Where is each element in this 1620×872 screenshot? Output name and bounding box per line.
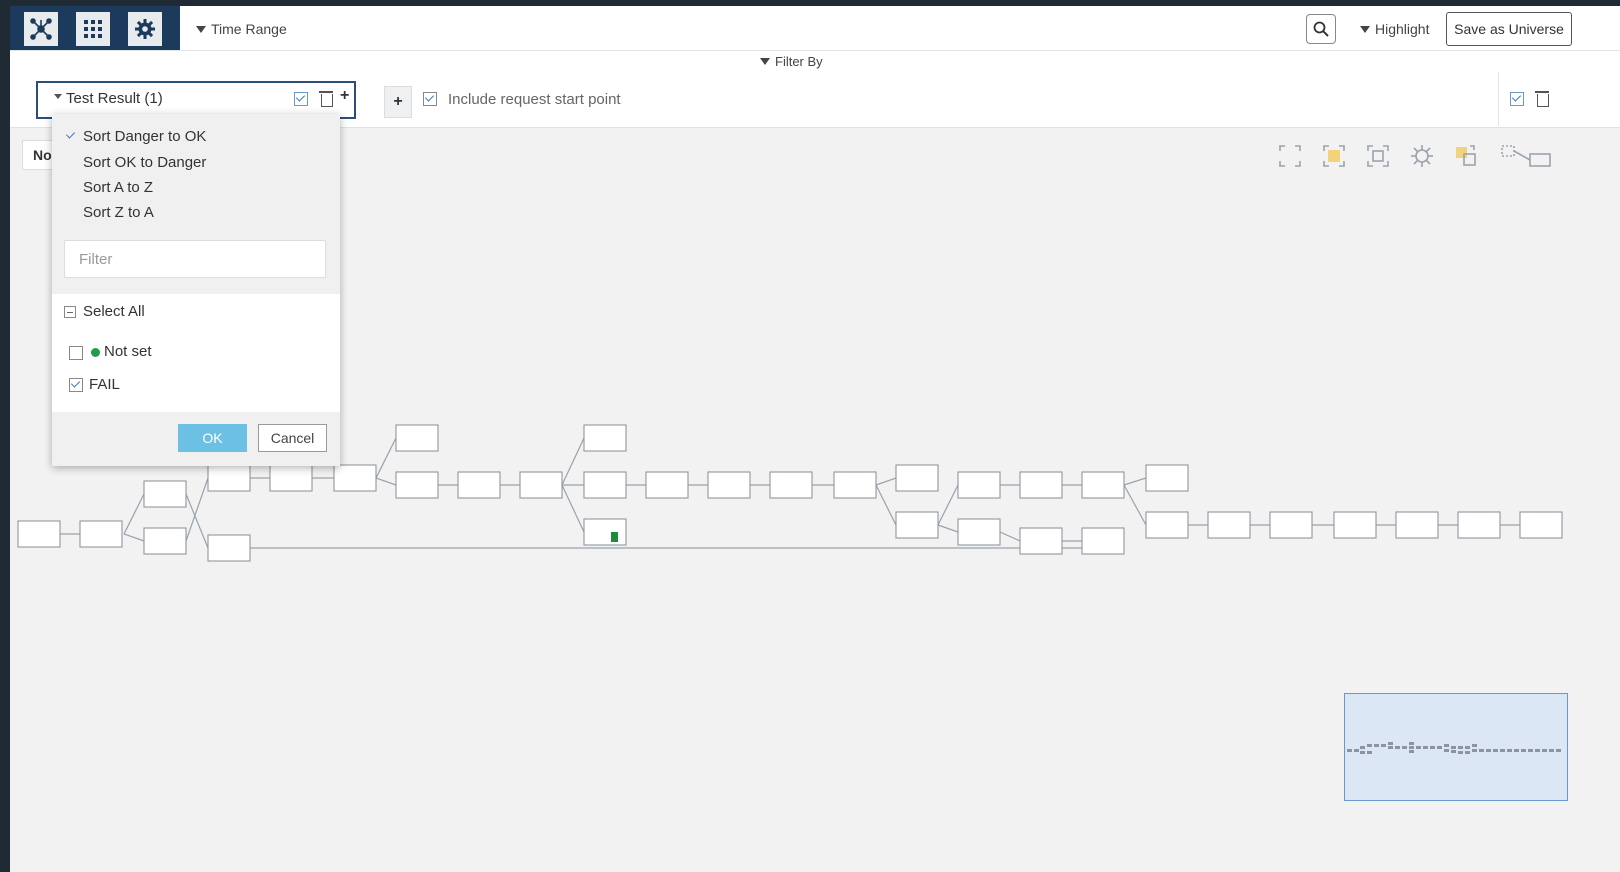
sort-z-to-a[interactable]: Sort Z to A [83, 204, 154, 221]
filter-input[interactable]: Filter [64, 240, 326, 278]
fail-label[interactable]: FAIL [89, 376, 120, 393]
minimap-graph [1347, 742, 1561, 754]
minimap[interactable] [1344, 693, 1568, 801]
not-set-checkbox[interactable] [69, 346, 83, 360]
select-all-label[interactable]: Select All [83, 303, 145, 320]
not-set-label[interactable]: Not set [104, 343, 152, 360]
selected-check-icon [65, 129, 76, 139]
fail-checkbox[interactable] [69, 378, 83, 392]
sort-ok-to-danger[interactable]: Sort OK to Danger [83, 154, 206, 171]
app-window: Time Range Highlight Save as Universe Fi… [10, 6, 1620, 872]
ok-status-dot-icon [91, 348, 100, 357]
filter-values-dropdown: Sort Danger to OK Sort OK to Danger Sort… [52, 114, 340, 466]
sort-danger-to-ok[interactable]: Sort Danger to OK [83, 128, 206, 145]
sort-a-to-z[interactable]: Sort A to Z [83, 179, 153, 196]
cancel-button[interactable]: Cancel [258, 424, 327, 452]
ok-button[interactable]: OK [178, 424, 247, 452]
select-all-checkbox[interactable] [64, 306, 76, 318]
values-list: Select All Not set FAIL [52, 294, 340, 412]
